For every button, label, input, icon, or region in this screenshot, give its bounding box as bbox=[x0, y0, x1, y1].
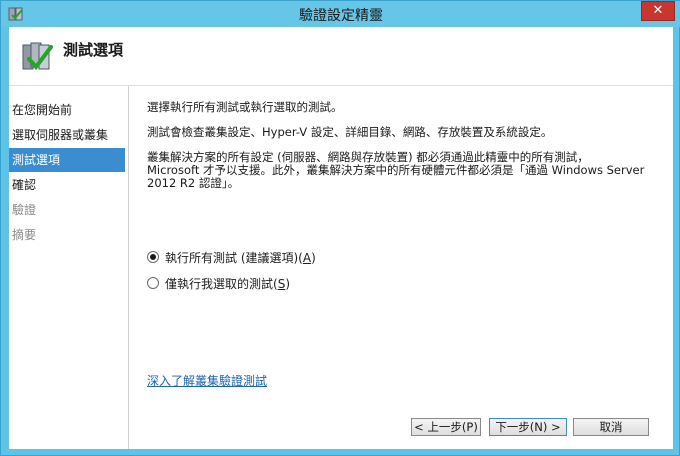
support-text-line-3: 2012 R2 認證」。 bbox=[147, 176, 240, 190]
description-text: 測試會檢查叢集設定、Hyper-V 設定、詳細目錄、網路、存放裝置及系統設定。 bbox=[147, 125, 553, 139]
run-all-tests-label: 執行所有測試 (建議選項)(A) bbox=[165, 250, 316, 265]
wizard-header: 測試選項 bbox=[9, 27, 673, 86]
sidebar-item-validating: 驗證 bbox=[12, 203, 37, 217]
sidebar-item-testing-options[interactable]: 測試選項 bbox=[9, 148, 125, 172]
sidebar-item-select-servers[interactable]: 選取伺服器或叢集 bbox=[9, 123, 128, 147]
wizard-window: 驗證設定精靈 ✕ 測試選項 在您開始前 選取伺服器或叢集 測試選項 確認 驗證 … bbox=[0, 0, 680, 456]
learn-more-link[interactable]: 深入了解叢集驗證測試 bbox=[147, 372, 267, 389]
cancel-button[interactable]: 取消 bbox=[573, 418, 649, 436]
sidebar-item-summary: 摘要 bbox=[12, 228, 37, 242]
run-selected-tests-label: 僅執行我選取的測試(S) bbox=[165, 276, 290, 291]
previous-button[interactable]: < 上一步(P) bbox=[411, 418, 481, 436]
run-all-tests-option[interactable]: 執行所有測試 (建議選項)(A) bbox=[147, 249, 316, 265]
support-text-line-2: Microsoft 才予以支援。此外，叢集解決方案中的所有硬體元件都必須是「通過… bbox=[147, 163, 645, 177]
run-all-tests-radio[interactable] bbox=[147, 251, 159, 263]
next-button[interactable]: 下一步(N) > bbox=[489, 418, 567, 436]
title-bar[interactable]: 驗證設定精靈 ✕ bbox=[1, 1, 680, 27]
run-selected-tests-radio[interactable] bbox=[147, 277, 159, 289]
close-button[interactable]: ✕ bbox=[641, 1, 675, 21]
validation-wizard-icon bbox=[22, 42, 53, 71]
support-text-line-1: 叢集解決方案的所有設定 (伺服器、網路與存放裝置) 都必須通過此精靈中的所有測試… bbox=[147, 150, 589, 164]
steps-sidebar: 在您開始前 選取伺服器或叢集 測試選項 確認 驗證 摘要 bbox=[9, 86, 129, 449]
wizard-content: 在您開始前 選取伺服器或叢集 測試選項 確認 驗證 摘要 選擇執行所有測試或執行… bbox=[9, 86, 673, 449]
window-title: 驗證設定精靈 bbox=[299, 8, 383, 24]
run-selected-tests-option[interactable]: 僅執行我選取的測試(S) bbox=[147, 275, 290, 291]
main-panel: 選擇執行所有測試或執行選取的測試。 測試會檢查叢集設定、Hyper-V 設定、詳… bbox=[147, 86, 673, 449]
intro-text: 選擇執行所有測試或執行選取的測試。 bbox=[147, 100, 343, 114]
sidebar-item-before-you-begin[interactable]: 在您開始前 bbox=[9, 98, 128, 122]
sidebar-item-confirmation[interactable]: 確認 bbox=[9, 173, 128, 197]
page-title: 測試選項 bbox=[63, 41, 124, 59]
